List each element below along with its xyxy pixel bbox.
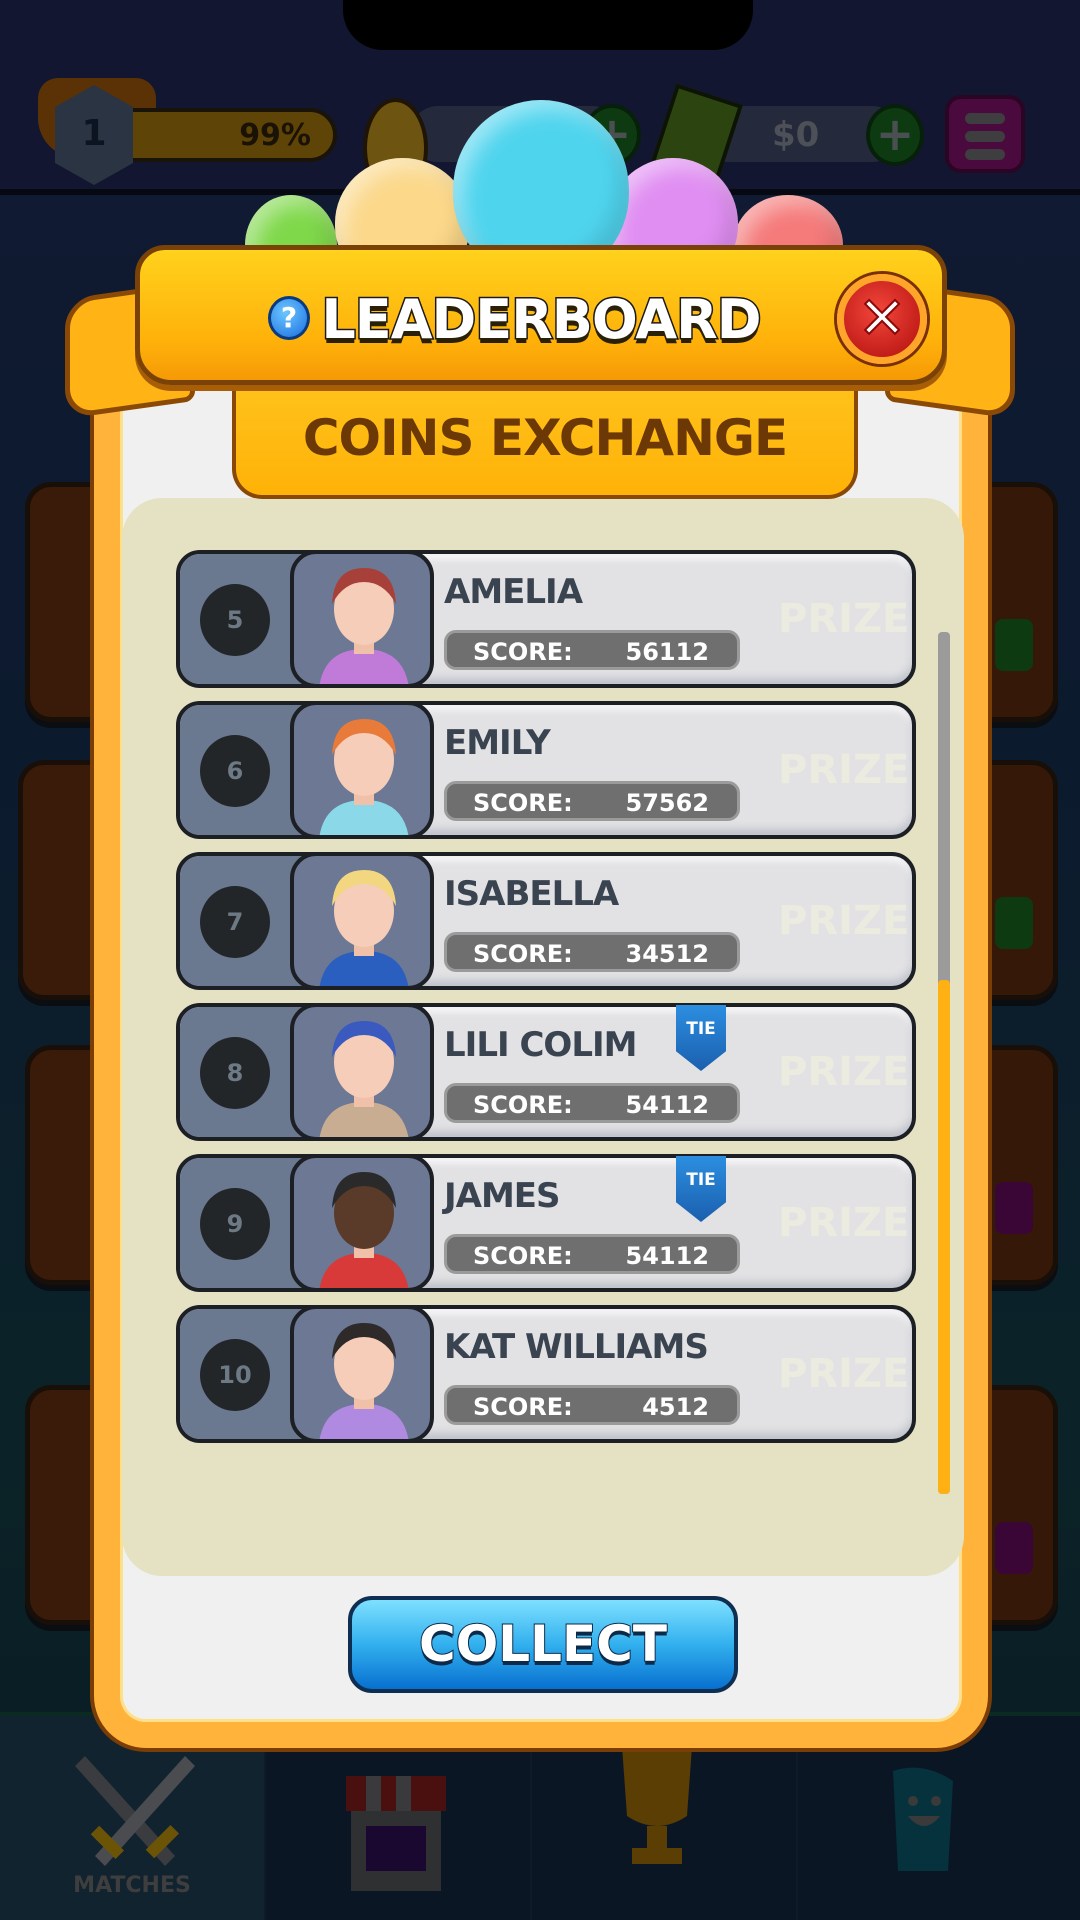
collect-button[interactable]: COLLECT <box>348 1596 738 1693</box>
prize-label: PRIZE <box>778 596 910 642</box>
menu-icon <box>965 113 1005 124</box>
score-pill: SCORE: 57562 <box>444 781 740 821</box>
player-name: LILI COLIM <box>444 1025 637 1065</box>
level-number: 1 <box>81 113 107 154</box>
tab-coins-exchange[interactable]: COINS EXCHANGE <box>232 385 858 499</box>
avatar <box>290 1003 434 1141</box>
avatar-figure <box>319 1021 409 1137</box>
player-name: AMELIA <box>444 572 583 612</box>
shop-icon <box>346 1776 446 1891</box>
avatar-figure <box>319 568 409 684</box>
score-pill: SCORE: 56112 <box>444 630 740 670</box>
nav-label-matches: MATCHES <box>73 1873 191 1898</box>
modal-title: LEADERBOARD <box>320 287 763 353</box>
question-icon: ? <box>280 301 298 334</box>
rank-badge: 6 <box>200 735 270 807</box>
rank-badge: 5 <box>200 584 270 656</box>
leaderboard-row[interactable]: 9 JAMES SCORE: 54112 PRIZE TIE <box>176 1154 916 1292</box>
rank-badge: 8 <box>200 1037 270 1109</box>
rank-badge: 10 <box>200 1339 270 1411</box>
leaderboard-row[interactable]: 6 EMILY SCORE: 57562 PRIZE <box>176 701 916 839</box>
avatar-figure <box>319 719 409 835</box>
leaderboard-row[interactable]: 7 ISABELLA SCORE: 34512 PRIZE <box>176 852 916 990</box>
prize-label: PRIZE <box>778 1200 910 1246</box>
score-value: 34512 <box>625 940 710 968</box>
prize-label: PRIZE <box>778 747 910 793</box>
leaderboard-row[interactable]: 8 LILI COLIM SCORE: 54112 PRIZE TIE <box>176 1003 916 1141</box>
prize-label: PRIZE <box>778 1351 910 1397</box>
score-label: SCORE: <box>473 789 573 817</box>
swords-icon <box>75 1756 195 1866</box>
score-pill: SCORE: 54112 <box>444 1234 740 1274</box>
score-pill: SCORE: 54112 <box>444 1083 740 1123</box>
scrollbar-thumb[interactable] <box>938 980 950 1494</box>
level-progress-bar: 99% <box>105 108 337 162</box>
avatar <box>290 701 434 839</box>
tab-label: COINS EXCHANGE <box>302 409 788 467</box>
cash-value: $0 <box>772 115 820 155</box>
score-label: SCORE: <box>473 1242 573 1270</box>
avatar <box>290 1154 434 1292</box>
score-value: 4512 <box>642 1393 709 1421</box>
help-button[interactable]: ? <box>268 296 310 340</box>
tie-badge: TIE <box>676 1156 726 1222</box>
leaderboard-row[interactable]: 10 KAT WILLIAMS SCORE: 4512 PRIZE <box>176 1305 916 1443</box>
score-value: 57562 <box>625 789 710 817</box>
score-pill: SCORE: 34512 <box>444 932 740 972</box>
avatar <box>290 852 434 990</box>
modal-header: LEADERBOARD <box>135 245 947 385</box>
avatar-figure <box>319 1172 409 1288</box>
player-name: EMILY <box>444 723 551 763</box>
close-button[interactable]: ✕ <box>837 274 927 364</box>
trophy-icon <box>622 1746 692 1864</box>
prize-label: PRIZE <box>778 1049 910 1095</box>
prize-label: PRIZE <box>778 898 910 944</box>
score-value: 54112 <box>625 1091 710 1119</box>
score-label: SCORE: <box>473 1393 573 1421</box>
player-name: JAMES <box>444 1176 561 1216</box>
avatar <box>290 1305 434 1443</box>
add-cash-button[interactable]: + <box>866 104 924 166</box>
rank-badge: 7 <box>200 886 270 958</box>
avatar-figure <box>319 1323 409 1439</box>
player-name: ISABELLA <box>444 874 619 914</box>
player-name: KAT WILLIAMS <box>444 1327 709 1367</box>
score-label: SCORE: <box>473 1091 573 1119</box>
score-value: 54112 <box>625 1242 710 1270</box>
tie-badge: TIE <box>676 1005 726 1071</box>
score-label: SCORE: <box>473 638 573 666</box>
avatar-figure <box>319 870 409 986</box>
profile-icon <box>893 1767 953 1871</box>
score-value: 56112 <box>625 638 710 666</box>
leaderboard-row[interactable]: 5 AMELIA SCORE: 56112 PRIZE <box>176 550 916 688</box>
rank-badge: 9 <box>200 1188 270 1260</box>
score-pill: SCORE: 4512 <box>444 1385 740 1425</box>
camera-notch <box>343 0 753 50</box>
score-label: SCORE: <box>473 940 573 968</box>
avatar <box>290 550 434 688</box>
menu-button[interactable] <box>945 95 1025 173</box>
level-progress-text: 99% <box>239 118 311 153</box>
close-icon: ✕ <box>857 283 908 353</box>
